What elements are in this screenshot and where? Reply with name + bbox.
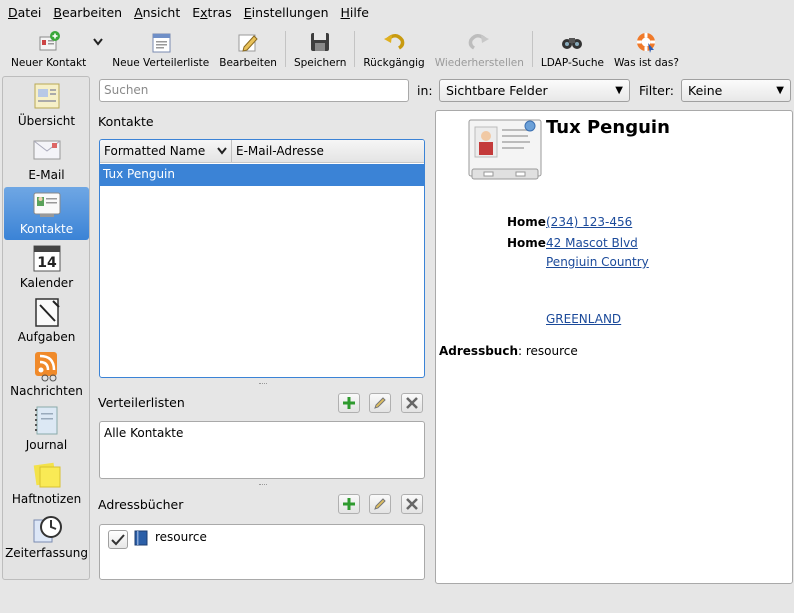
address-line2-link[interactable]: Pengiuin Country <box>546 255 649 269</box>
sidebar-item-mail[interactable]: E-Mail <box>4 133 89 186</box>
whats-this-button[interactable]: Was ist das? <box>609 26 684 72</box>
contact-detail-pane: Tux Penguin Home (234) 123-456 Home 42 M… <box>435 110 793 584</box>
menu-edit[interactable]: Bearbeiten <box>47 5 128 20</box>
sidebar-item-tasks[interactable]: Aufgaben <box>4 295 89 348</box>
save-icon <box>308 30 332 54</box>
delete-distlist-button[interactable] <box>401 393 423 413</box>
plus-icon <box>343 498 355 510</box>
search-input[interactable]: Suchen <box>99 79 409 102</box>
new-distlist-button[interactable]: Neue Verteilerliste <box>107 26 214 72</box>
distlists-list[interactable]: Alle Kontakte <box>99 421 425 479</box>
menubar: Datei Bearbeiten Ansicht Extras Einstell… <box>0 0 794 24</box>
sidebar-item-journal[interactable]: Journal <box>4 403 89 456</box>
checkmark-icon <box>111 533 125 545</box>
new-contact-dropdown[interactable] <box>91 30 105 54</box>
contacts-title: Kontakte <box>98 114 154 129</box>
undo-icon <box>382 30 406 54</box>
toolbar-separator <box>354 31 356 67</box>
filter-label: Filter: <box>639 83 674 98</box>
undo-button[interactable]: Rückgängig <box>358 26 429 72</box>
sidebar-item-overview[interactable]: Übersicht <box>4 79 89 132</box>
distlist-icon <box>149 30 173 54</box>
notes-icon <box>31 458 63 490</box>
address-label: Home <box>507 236 546 250</box>
chevron-down-icon <box>93 38 104 46</box>
addressbooks-title: Adressbücher <box>98 497 184 512</box>
calendar-day: 14 <box>37 255 57 271</box>
mail-icon <box>31 134 63 166</box>
menu-file[interactable]: Datei <box>2 5 47 20</box>
distlist-item[interactable]: Alle Kontakte <box>100 422 424 444</box>
sidebar-item-timetracker[interactable]: Zeiterfassung <box>4 511 89 564</box>
phone-link[interactable]: (234) 123-456 <box>546 215 632 229</box>
sidebar-item-calendar[interactable]: 14 Kalender <box>4 241 89 294</box>
menu-extras[interactable]: Extras <box>186 5 238 20</box>
address-line1-link[interactable]: 42 Mascot Blvd <box>546 236 638 250</box>
redo-icon <box>467 30 491 54</box>
pencil-icon <box>374 397 386 409</box>
distlists-title: Verteilerlisten <box>98 395 185 410</box>
sidebar-item-feeds[interactable]: Nachrichten <box>4 349 89 402</box>
help-lifebuoy-icon <box>634 30 658 54</box>
sidebar: Übersicht E-Mail Kontakte 14 Kalender Au… <box>2 76 90 580</box>
chevron-down-icon <box>217 147 227 155</box>
address-country-link[interactable]: GREENLAND <box>546 312 621 326</box>
edit-addressbook-button[interactable] <box>369 494 391 514</box>
addressbooks-list[interactable]: resource <box>99 524 425 580</box>
feeds-icon <box>31 350 63 382</box>
redo-button[interactable]: Wiederherstellen <box>430 26 529 72</box>
menu-view[interactable]: Ansicht <box>128 5 186 20</box>
journal-icon <box>31 404 63 436</box>
splitter-handle[interactable] <box>259 484 267 487</box>
binoculars-icon <box>560 30 584 54</box>
menu-settings[interactable]: Einstellungen <box>238 5 335 20</box>
contact-card-icon <box>468 119 542 180</box>
edit-distlist-button[interactable] <box>369 393 391 413</box>
phone-label: Home <box>507 215 546 229</box>
ldap-search-button[interactable]: LDAP-Suche <box>536 26 609 72</box>
contacts-column-header: Formatted Name E-Mail-Adresse <box>100 140 424 163</box>
add-distlist-button[interactable] <box>338 393 360 413</box>
contact-name: Tux Penguin <box>546 117 670 138</box>
addressbook-info: Adressbuch: resource <box>439 344 578 358</box>
addressbook-icon <box>134 530 148 549</box>
delete-icon <box>406 498 418 510</box>
addressbook-item[interactable]: resource <box>155 530 207 544</box>
edit-icon <box>236 30 260 54</box>
column-formatted-name[interactable]: Formatted Name <box>100 140 232 162</box>
contacts-list[interactable]: Formatted Name E-Mail-Adresse Tux Pengui… <box>99 139 425 378</box>
search-field-select[interactable]: Sichtbare Felder ▼ <box>439 79 630 102</box>
splitter-handle[interactable] <box>259 383 267 386</box>
save-button[interactable]: Speichern <box>289 26 351 72</box>
column-email[interactable]: E-Mail-Adresse <box>232 144 324 158</box>
contacts-icon <box>31 188 63 220</box>
plus-icon <box>343 397 355 409</box>
delete-icon <box>406 397 418 409</box>
menu-help[interactable]: Hilfe <box>335 5 375 20</box>
add-addressbook-button[interactable] <box>338 494 360 514</box>
chevron-down-icon: ▼ <box>776 85 784 96</box>
contact-row[interactable]: Tux Penguin <box>100 164 424 186</box>
overview-icon <box>31 80 63 112</box>
toolbar: Neuer Kontakt Neue Verteilerliste Bearbe… <box>0 26 794 72</box>
filter-select[interactable]: Keine ▼ <box>681 79 791 102</box>
in-label: in: <box>417 83 433 98</box>
edit-button[interactable]: Bearbeiten <box>214 26 282 72</box>
timetracker-icon <box>31 512 63 544</box>
delete-addressbook-button[interactable] <box>401 494 423 514</box>
toolbar-separator <box>284 31 286 67</box>
sidebar-item-contacts[interactable]: Kontakte <box>4 187 89 240</box>
toolbar-separator <box>531 31 533 67</box>
tasks-icon <box>31 296 63 328</box>
new-contact-icon <box>37 30 61 54</box>
new-contact-button[interactable]: Neuer Kontakt <box>6 26 91 72</box>
pencil-icon <box>374 498 386 510</box>
sidebar-item-notes[interactable]: Haftnotizen <box>4 457 89 510</box>
chevron-down-icon: ▼ <box>615 85 623 96</box>
calendar-icon: 14 <box>31 242 63 274</box>
addressbook-checkbox[interactable] <box>108 530 128 549</box>
